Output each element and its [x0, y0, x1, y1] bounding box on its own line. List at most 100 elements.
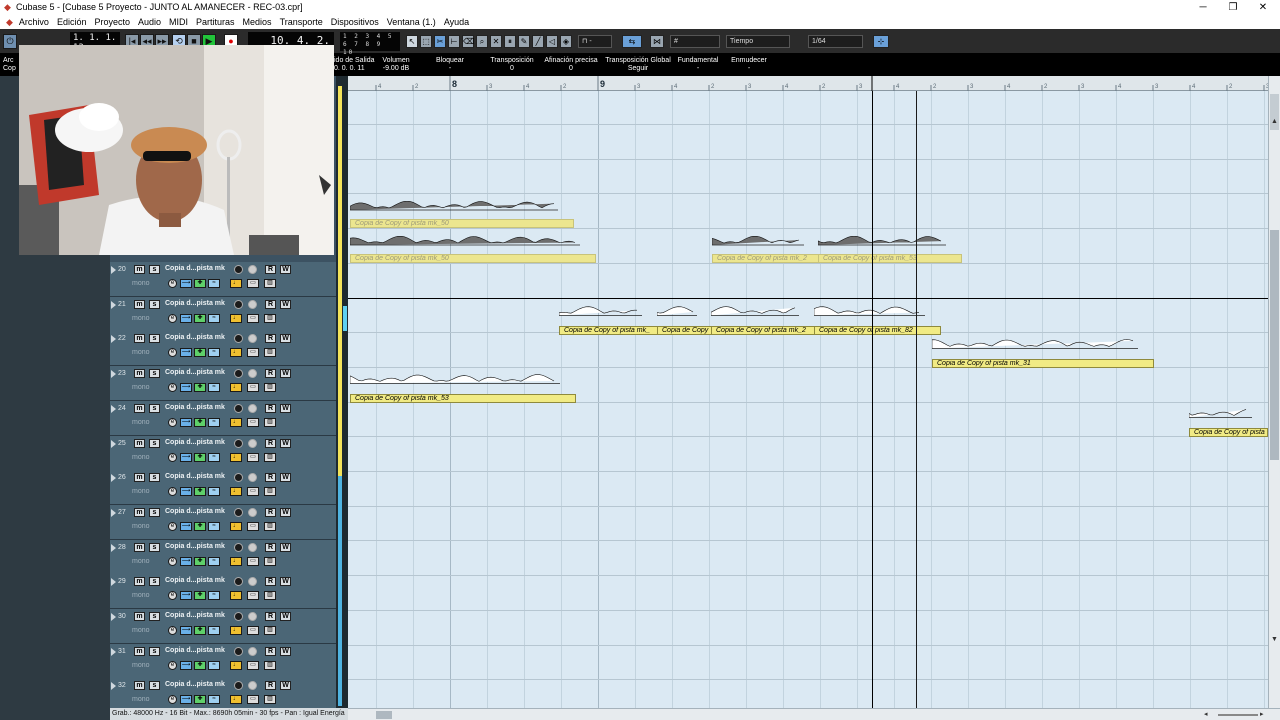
menu-archivo[interactable]: Archivo	[19, 17, 49, 27]
project-cursor[interactable]	[872, 91, 873, 708]
folder-icon[interactable]: ▭	[247, 348, 259, 358]
edit-channel-icon[interactable]: e	[168, 660, 177, 670]
expand-track-icon[interactable]	[111, 335, 116, 344]
lane-icon[interactable]: ♩	[230, 660, 242, 670]
glue-tool-icon[interactable]: ⊢	[448, 35, 460, 48]
infoline-mute-value[interactable]: -	[731, 65, 767, 72]
track-row[interactable]: 25 m s Copia d...pista mk R W mono e ⟶ ✚…	[110, 435, 336, 471]
edit-channel-icon[interactable]: e	[168, 591, 177, 601]
audio-event[interactable]: Copia de Copy of pista mk_	[559, 305, 658, 335]
monitor-icon[interactable]	[248, 681, 257, 691]
erase-tool-icon[interactable]: ⌫	[462, 35, 474, 48]
infoline-lock-value[interactable]: -	[434, 65, 466, 72]
mute-button[interactable]: m	[134, 646, 145, 656]
insert-icon[interactable]: ⟶	[180, 626, 192, 635]
zoom-up-icon[interactable]: ▲	[1271, 118, 1278, 125]
track-name[interactable]: Copia d...pista mk	[165, 647, 225, 654]
insert-icon[interactable]: ⟶	[180, 279, 192, 288]
track-row[interactable]: 20 m s Copia d...pista mk R W mono e ⟶ ✚…	[110, 262, 336, 297]
record-enable-icon[interactable]	[234, 265, 243, 274]
edit-channel-icon[interactable]: e	[168, 556, 177, 566]
audio-event[interactable]: Copia de Copy of pista mk_2	[712, 236, 820, 263]
solo-button[interactable]: s	[149, 403, 160, 413]
edit-channel-icon[interactable]: e	[168, 626, 177, 635]
channel-strip-icon[interactable]: ▥	[264, 313, 276, 323]
record-enable-icon[interactable]	[234, 438, 243, 448]
monitor-icon[interactable]	[248, 507, 257, 517]
track-row[interactable]: 31 m s Copia d...pista mk R W mono e ⟶ ✚…	[110, 643, 336, 679]
audio-event[interactable]: Copia de Copy of pista mk_31	[932, 338, 1154, 368]
infoline-fine-tune[interactable]: Afinación precisa 0	[542, 57, 600, 72]
record-enable-icon[interactable]	[234, 403, 243, 413]
monitor-icon[interactable]	[248, 577, 257, 587]
expand-track-icon[interactable]	[111, 508, 116, 517]
menu-partituras[interactable]: Partituras	[196, 17, 235, 27]
lane-icon[interactable]: ♩	[230, 695, 242, 705]
infoline-lock[interactable]: Bloquear -	[434, 57, 466, 72]
menu-audio[interactable]: Audio	[138, 17, 161, 27]
track-name[interactable]: Copia d...pista mk	[165, 300, 225, 307]
send-icon[interactable]: ≈	[208, 313, 220, 323]
record-enable-icon[interactable]	[234, 334, 243, 344]
lane-icon[interactable]: ♩	[230, 348, 242, 358]
record-enable-icon[interactable]	[234, 646, 243, 656]
scroll-down-icon[interactable]: ▼	[1271, 636, 1278, 643]
infoline-volume-value[interactable]: -9.00 dB	[381, 65, 411, 72]
track-row[interactable]: 30 m s Copia d...pista mk R W mono e ⟶ ✚…	[110, 609, 336, 644]
solo-button[interactable]: s	[149, 646, 160, 656]
write-automation-button[interactable]: W	[280, 507, 291, 517]
solo-button[interactable]: s	[149, 507, 160, 517]
menu-transporte[interactable]: Transporte	[280, 17, 323, 27]
edit-channel-icon[interactable]: e	[168, 417, 177, 427]
range-select-tool-icon[interactable]: ⬚	[420, 35, 432, 48]
channel-strip-icon[interactable]: ▥	[264, 626, 276, 635]
read-automation-button[interactable]: R	[265, 299, 276, 309]
zoom-out-icon[interactable]: ◂	[1204, 710, 1208, 718]
maximize-button[interactable]: ❐	[1220, 1, 1246, 14]
auto-scroll-selector[interactable]: ⊓ -	[578, 35, 612, 48]
audio-event[interactable]: Copia de Copy of pista mk_50	[350, 201, 574, 228]
folder-icon[interactable]: ▭	[247, 487, 259, 497]
time-warp-tool-icon[interactable]: ⏸	[504, 35, 516, 48]
solo-button[interactable]: s	[149, 577, 160, 587]
menu-midi[interactable]: MIDI	[169, 17, 188, 27]
record-enable-icon[interactable]	[234, 507, 243, 517]
eq-icon[interactable]: ✚	[194, 487, 206, 497]
zoom-tool-icon[interactable]: ⌕	[476, 35, 488, 48]
edit-channel-icon[interactable]: e	[168, 695, 177, 705]
send-icon[interactable]: ≈	[208, 626, 220, 635]
vertical-scroll-thumb[interactable]	[1270, 230, 1279, 460]
folder-icon[interactable]: ▭	[247, 626, 259, 635]
write-automation-button[interactable]: W	[280, 334, 291, 344]
read-automation-button[interactable]: R	[265, 542, 276, 552]
edit-channel-icon[interactable]: e	[168, 279, 177, 288]
close-button[interactable]: ✕	[1250, 1, 1276, 14]
lane-icon[interactable]: ♩	[230, 521, 242, 531]
vertical-scrollbar[interactable]: ▲ ▼	[1268, 76, 1280, 710]
send-icon[interactable]: ≈	[208, 521, 220, 531]
insert-icon[interactable]: ⟶	[180, 556, 192, 566]
mute-button[interactable]: m	[134, 612, 145, 621]
lane-icon[interactable]: ♩	[230, 556, 242, 566]
expand-track-icon[interactable]	[111, 370, 116, 379]
menu-proyecto[interactable]: Proyecto	[94, 17, 130, 27]
mute-button[interactable]: m	[134, 507, 145, 517]
solo-button[interactable]: s	[149, 334, 160, 344]
eq-icon[interactable]: ✚	[194, 660, 206, 670]
read-automation-button[interactable]: R	[265, 507, 276, 517]
channel-strip-icon[interactable]: ▥	[264, 279, 276, 288]
read-automation-button[interactable]: R	[265, 577, 276, 587]
monitor-icon[interactable]	[248, 403, 257, 413]
mute-button[interactable]: m	[134, 473, 145, 483]
solo-button[interactable]: s	[149, 438, 160, 448]
folder-icon[interactable]: ▭	[247, 591, 259, 601]
folder-icon[interactable]: ▭	[247, 279, 259, 288]
object-select-tool-icon[interactable]: ↖	[406, 35, 418, 48]
track-row[interactable]: 32 m s Copia d...pista mk R W mono e ⟶ ✚…	[110, 678, 336, 710]
expand-track-icon[interactable]	[111, 647, 116, 656]
quantize-selector[interactable]: 1/64	[808, 35, 863, 48]
edit-cursor-line[interactable]	[916, 91, 917, 708]
channel-strip-icon[interactable]: ▥	[264, 521, 276, 531]
monitor-icon[interactable]	[248, 299, 257, 309]
channel-strip-icon[interactable]: ▥	[264, 383, 276, 393]
